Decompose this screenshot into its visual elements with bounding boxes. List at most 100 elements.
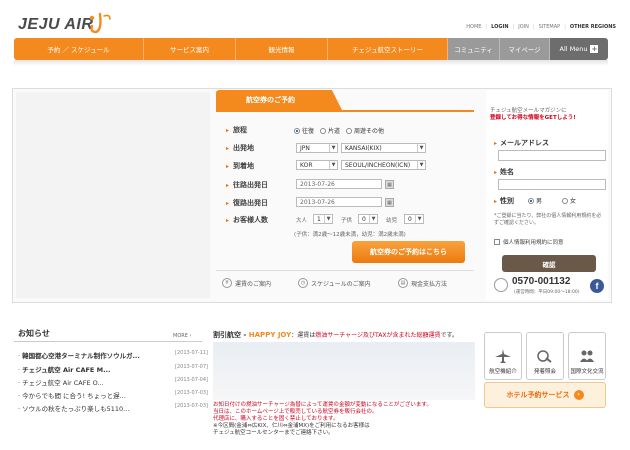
- calendar-icon[interactable]: ▦: [385, 198, 394, 207]
- sale-notes: お知日付けの燃油サーチャージ為替によって運賃の金額が変動になることがございます。…: [213, 402, 432, 436]
- logo-swoosh-icon: [89, 12, 111, 34]
- main-nav: 予約 ／ スケジュール サービス案内 観光情報 チェジュ航空ストーリー コミュニ…: [14, 38, 608, 60]
- cash-icon: ▤: [398, 278, 408, 288]
- all-menu-button[interactable]: All Menu +: [550, 38, 608, 60]
- cash-payment-link[interactable]: ▤ 現金支払方法: [398, 278, 447, 288]
- news-item[interactable]: · チェジュ航空 Air CAFE M... [2013-07-07]: [18, 364, 208, 374]
- trip-options: 往復 片道 周遊その他: [294, 126, 390, 135]
- all-menu-label: All Menu: [559, 45, 588, 53]
- depart-date-input[interactable]: 2013-07-26: [296, 179, 382, 189]
- return-row: ▸ 復路出発日: [226, 198, 268, 208]
- news-item[interactable]: · 韓国都心空港ターミナル制作ソウルガ... [2013-07-11]: [18, 350, 208, 360]
- child-label: 子供: [341, 218, 353, 224]
- booking-tab[interactable]: 航空券のご予約: [216, 90, 342, 110]
- arrow-icon: ▸: [226, 162, 230, 170]
- phone-hours: (運営時間：平日09:00〜18:00): [514, 290, 580, 295]
- sale-title: 割引航空 - HAPPY JOY：運賃は燃油サーチャージ及びTAXが含まれた総額…: [213, 331, 458, 339]
- arrow-icon: ▸: [226, 144, 230, 152]
- pax-note: (子供：満2歳〜12歳未満，幼児：満2歳未満): [294, 232, 406, 238]
- nav-community[interactable]: コミュニティ: [448, 38, 500, 60]
- news-item[interactable]: · ソウルの秋をたっぷり楽しも5110... [2013-07-03]: [18, 403, 208, 413]
- facebook-icon[interactable]: f: [590, 279, 604, 293]
- schedule-info-link[interactable]: ◷ スケジュールのご案内: [298, 278, 371, 288]
- pax-row: ▸ お客様人数: [226, 215, 268, 225]
- jeju-air-logo[interactable]: JEJU AIR: [18, 8, 111, 38]
- join-link[interactable]: JOIN: [518, 24, 529, 30]
- from-country-select[interactable]: JPN ▼: [296, 143, 338, 153]
- gender-options: 男 女: [528, 196, 582, 205]
- news-item[interactable]: · チェジュ航空 Air CAFE O... [2013-07-04]: [18, 377, 208, 387]
- airplane-icon: [495, 349, 511, 363]
- home-link[interactable]: HOME: [466, 24, 481, 30]
- clock-icon: ◷: [298, 278, 308, 288]
- to-country-select[interactable]: KOR ▼: [296, 160, 338, 170]
- trip-multi-radio[interactable]: 周遊その他: [346, 126, 384, 135]
- trip-label: 旅程: [233, 126, 248, 134]
- arrow-right-icon: ›: [573, 390, 584, 400]
- news-divider: [14, 341, 202, 342]
- trip-oneway-radio[interactable]: 片道: [320, 126, 340, 135]
- chevron-down-icon: ▼: [329, 161, 337, 169]
- login-link[interactable]: LOGIN: [491, 24, 508, 30]
- promo-banner-area[interactable]: [16, 92, 210, 298]
- from-row: ▸ 出発地: [226, 143, 254, 153]
- nav-tourism[interactable]: 観光情報: [236, 38, 328, 60]
- flight-status-button[interactable]: 発着照会: [526, 332, 564, 380]
- booking-tab-underline: [216, 110, 474, 112]
- calendar-icon[interactable]: ▦: [385, 180, 394, 189]
- email-field[interactable]: [498, 150, 606, 161]
- to-city-select[interactable]: SEOUL/INCHEON(ICN) ▼: [341, 160, 426, 170]
- from-city-select[interactable]: KANSAI(KIX) ▼: [341, 143, 426, 153]
- culture-exchange-button[interactable]: 国際文化交流: [568, 332, 606, 380]
- to-row: ▸ 到着地: [226, 161, 254, 171]
- gender-label-row: ▸ 性別: [494, 197, 515, 205]
- flight-status-icon: [537, 350, 552, 363]
- arrow-icon: ▸: [226, 216, 230, 224]
- infant-label: 幼児: [386, 218, 398, 224]
- phone-icon: [494, 278, 508, 292]
- pax-label: お客様人数: [233, 216, 269, 224]
- fare-info-link[interactable]: ¥ 運賃のご案内: [222, 278, 271, 288]
- newsletter-title: チェジュ航空メールマガジンに 登録してお得な情報をGETしよう!: [490, 108, 576, 121]
- child-count-select[interactable]: 0 ▼: [358, 214, 378, 224]
- people-icon: [580, 350, 594, 362]
- return-label: 復路出発日: [233, 199, 269, 207]
- adult-label: 大人: [296, 218, 308, 224]
- book-flight-button[interactable]: 航空券のご予約はこちら: [352, 241, 465, 263]
- arrow-icon: ▸: [226, 181, 230, 189]
- chevron-down-icon: ▼: [417, 144, 425, 152]
- yen-icon: ¥: [222, 278, 232, 288]
- chevron-down-icon: ▼: [417, 161, 425, 169]
- adult-count-select[interactable]: 1 ▼: [313, 214, 333, 224]
- phone-number: 0570-001132: [512, 276, 571, 287]
- to-label: 到着地: [233, 162, 255, 170]
- name-field[interactable]: [498, 179, 606, 190]
- consent-checkbox[interactable]: 個人情報利用規約に同意: [494, 238, 564, 246]
- gender-female-radio[interactable]: 女: [562, 196, 576, 205]
- depart-label: 往路出発日: [233, 181, 269, 189]
- other-regions-link[interactable]: OTHER REGIONS: [570, 24, 616, 30]
- plus-icon: +: [590, 45, 599, 53]
- checkbox-icon: [494, 239, 500, 245]
- newsletter-submit-button[interactable]: 確認: [502, 255, 596, 272]
- sale-banner[interactable]: [213, 342, 475, 400]
- depart-row: ▸ 往路出発日: [226, 180, 268, 190]
- aircraft-intro-button[interactable]: 航空機紹介: [484, 332, 522, 380]
- name-label-row: ▸ 姓名: [494, 168, 515, 176]
- trip-roundtrip-radio[interactable]: 往復: [294, 126, 314, 135]
- infant-count-select[interactable]: 0 ▼: [404, 214, 424, 224]
- email-label-row: ▸ メールアドレス: [494, 139, 550, 147]
- hotel-reservation-button[interactable]: ホテル予約サービス ›: [484, 382, 606, 408]
- nav-story[interactable]: チェジュ航空ストーリー: [328, 38, 448, 60]
- nav-reservation[interactable]: 予約 ／ スケジュール: [14, 38, 144, 60]
- newsletter-note: *ご登録に当たり、弊社の個人情報利用規約を必ずご確認ください。: [494, 213, 602, 226]
- gender-male-radio[interactable]: 男: [528, 196, 542, 205]
- nav-services[interactable]: サービス案内: [144, 38, 236, 60]
- booking-divider: [216, 270, 474, 271]
- news-more-link[interactable]: MORE ›: [173, 333, 191, 339]
- nav-shadow: [14, 60, 608, 66]
- sitemap-link[interactable]: SITEMAP: [539, 24, 561, 30]
- return-date-input[interactable]: 2013-07-26: [296, 197, 382, 207]
- nav-mypage[interactable]: マイページ: [500, 38, 550, 60]
- news-item[interactable]: · 今からでも間 に合う! ちょっと遅... [2013-07-03]: [18, 390, 208, 400]
